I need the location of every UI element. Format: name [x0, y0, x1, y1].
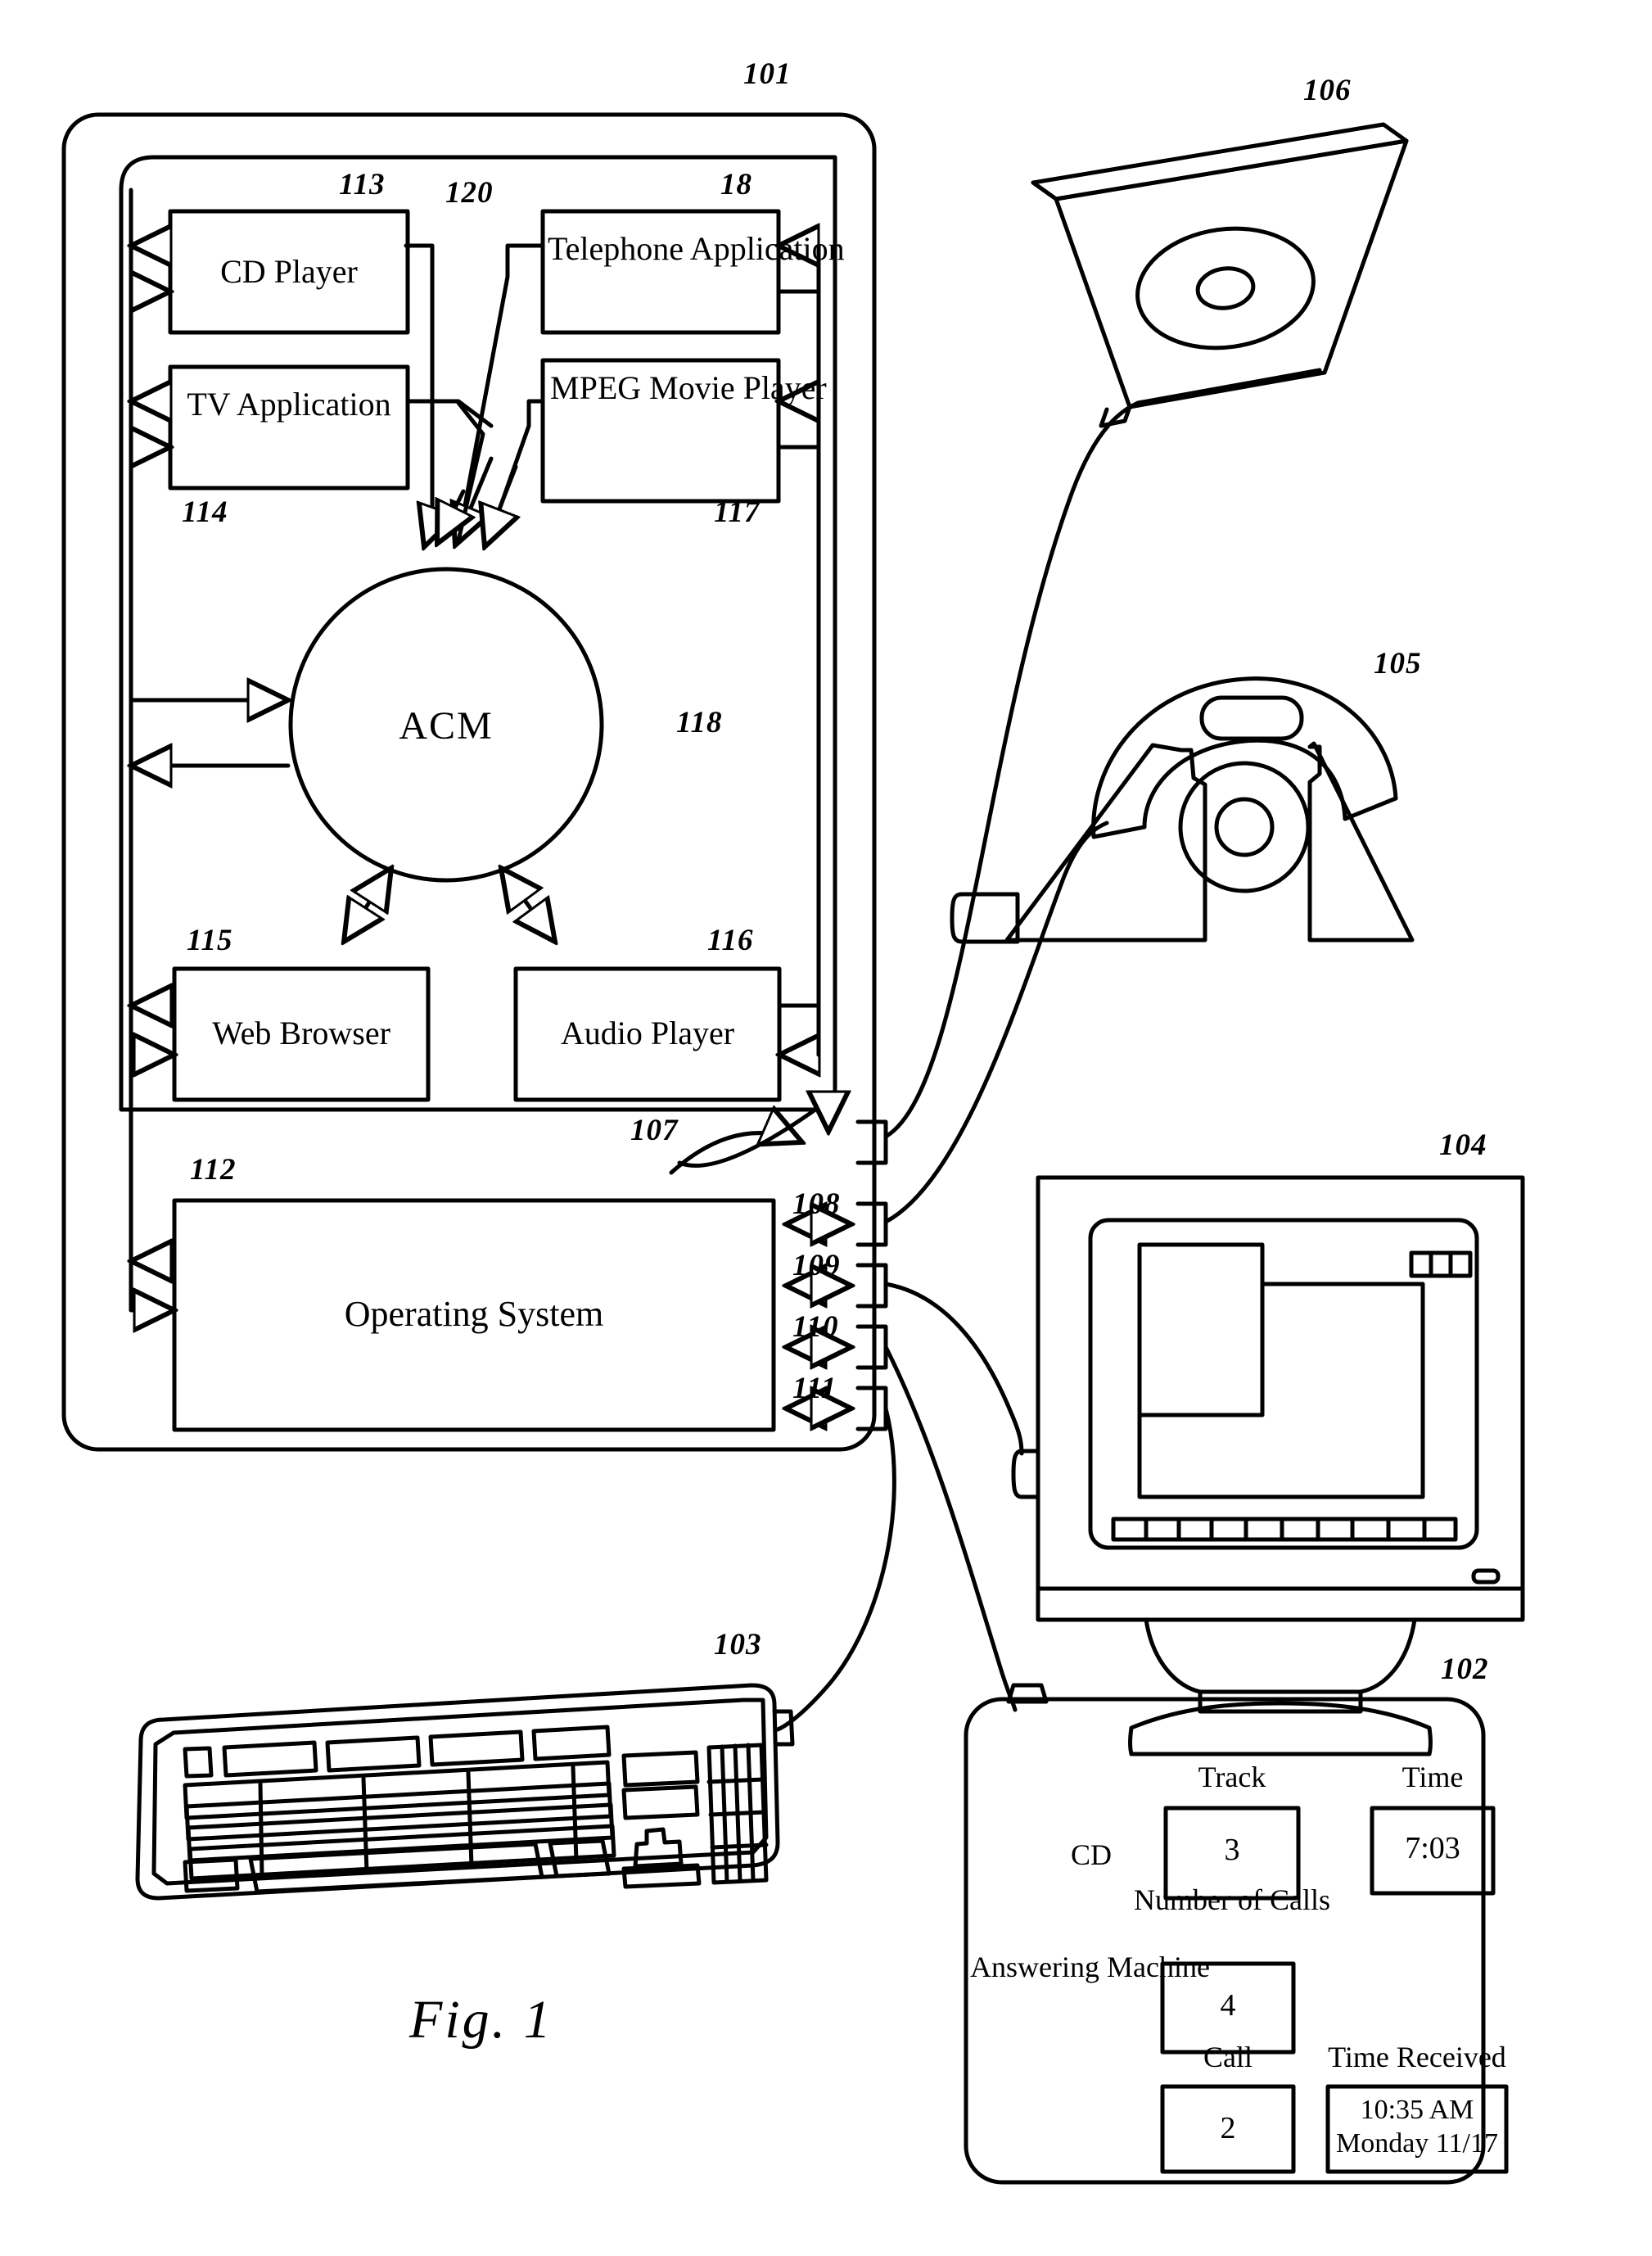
- ref-118: 118: [676, 706, 723, 739]
- ref-105: 105: [1374, 647, 1422, 680]
- operating-system-label: Operating System: [344, 1294, 604, 1334]
- ref-111: 111: [792, 1372, 837, 1405]
- ref-110: 110: [792, 1310, 839, 1344]
- ref-112: 112: [190, 1153, 237, 1187]
- audio-player-label: Audio Player: [560, 1015, 735, 1051]
- ref-115: 115: [187, 924, 233, 957]
- cd-time-value: 7:03: [1405, 1831, 1460, 1865]
- figure-geometry: [61, 112, 1525, 2185]
- cd-device-label: CD: [1070, 1838, 1112, 1871]
- ref-116: 116: [707, 924, 754, 957]
- cable-to-display-panel: [883, 1345, 1018, 1712]
- cable-to-cd-drive: [883, 400, 1140, 1139]
- telephone-application-label: Telephone Application: [548, 230, 845, 268]
- ref-117: 117: [714, 495, 761, 529]
- cable-to-monitor: [883, 1282, 1024, 1456]
- ref-120: 120: [445, 176, 494, 210]
- cd-player-to-acm: [404, 243, 435, 547]
- acm-web-browser-link: [344, 868, 391, 942]
- telephone-graphic: [950, 676, 1415, 944]
- ref-104: 104: [1439, 1128, 1487, 1162]
- port-connector-109: [855, 1263, 888, 1309]
- computer-boundary: [61, 112, 877, 1452]
- figure-caption: Fig. 1: [409, 1990, 553, 2050]
- ref-102: 102: [1441, 1652, 1489, 1686]
- number-of-calls-header-text: Number of Calls: [1134, 1883, 1330, 1916]
- ref-107: 107: [630, 1114, 679, 1147]
- track-header: Track: [1198, 1761, 1266, 1793]
- answering-machine-label: Answering Machine: [970, 1951, 1210, 1983]
- acm-label: ACM: [399, 704, 494, 748]
- port-connector-110: [855, 1324, 888, 1370]
- mpeg-movie-player-label: MPEG Movie Player: [550, 369, 827, 406]
- call-value: 2: [1220, 2111, 1236, 2145]
- ref-106: 106: [1303, 74, 1352, 107]
- keyboard-graphic: [135, 1683, 795, 1901]
- ref-114: 114: [182, 495, 228, 529]
- time-received-line1: 10:35 AM: [1360, 2095, 1474, 2125]
- cd-time-header: Time: [1401, 1761, 1464, 1793]
- time-received-value: 10:35 AM Monday 11/17: [1315, 2093, 1519, 2161]
- number-of-calls-value: 4: [1220, 1988, 1236, 2023]
- cd-player-label: CD Player: [220, 253, 358, 290]
- ref-18: 18: [720, 168, 752, 201]
- ref-103: 103: [714, 1628, 762, 1661]
- web-browser-label: Web Browser: [212, 1015, 390, 1051]
- time-received-header: Time Received: [1328, 2041, 1506, 2073]
- ref-113: 113: [339, 168, 386, 201]
- track-value: 3: [1224, 1833, 1240, 1867]
- telephone-to-acm: [456, 243, 545, 543]
- cable-to-telephone: [883, 821, 1109, 1224]
- port-connector-107: [855, 1119, 888, 1165]
- number-of-calls-header: Number of Calls: [1134, 1883, 1330, 1916]
- call-header: Call: [1203, 2041, 1253, 2073]
- ref-101: 101: [743, 57, 792, 91]
- port-connector-108: [855, 1201, 888, 1247]
- tv-application-label: TV Application: [187, 386, 391, 423]
- ref-108: 108: [792, 1187, 841, 1221]
- acm-audio-player-link: [501, 868, 555, 942]
- cable-to-keyboard: [775, 1406, 896, 1732]
- patent-figure: 101 113 120 18 114 117 118 115 116 112 1…: [0, 0, 1652, 2256]
- ref-109: 109: [792, 1249, 841, 1282]
- telephone-application-text: Telephone Application: [548, 230, 845, 267]
- cd-drive-graphic: [1031, 122, 1409, 428]
- time-received-line2: Monday 11/17: [1335, 2128, 1498, 2159]
